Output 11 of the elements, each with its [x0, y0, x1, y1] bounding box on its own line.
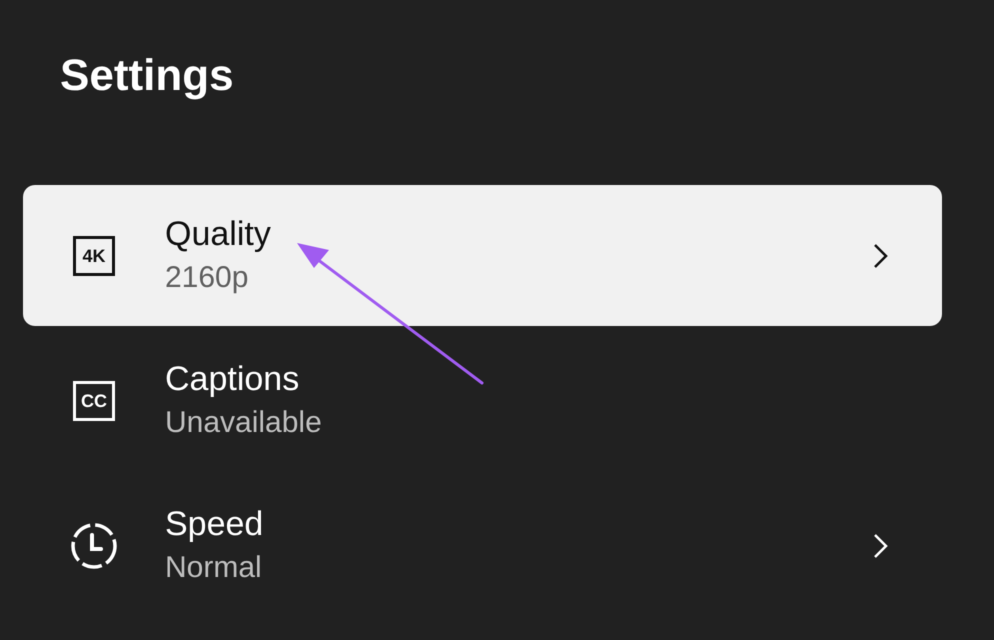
- badge-icon: CC: [73, 380, 115, 420]
- item-label: Captions: [165, 358, 300, 400]
- item-label: Quality: [165, 214, 272, 254]
- item-value: Unavailable: [165, 404, 323, 440]
- settings-item[interactable]: 4K Quality 2160p: [23, 185, 942, 326]
- item-value: Normal: [165, 550, 263, 586]
- settings-title: Settings: [60, 50, 235, 102]
- item-label: Speed: [165, 504, 264, 544]
- item-value: 2160p: [165, 260, 250, 296]
- badge-icon: 4K: [73, 236, 115, 276]
- clock-icon: [70, 522, 118, 570]
